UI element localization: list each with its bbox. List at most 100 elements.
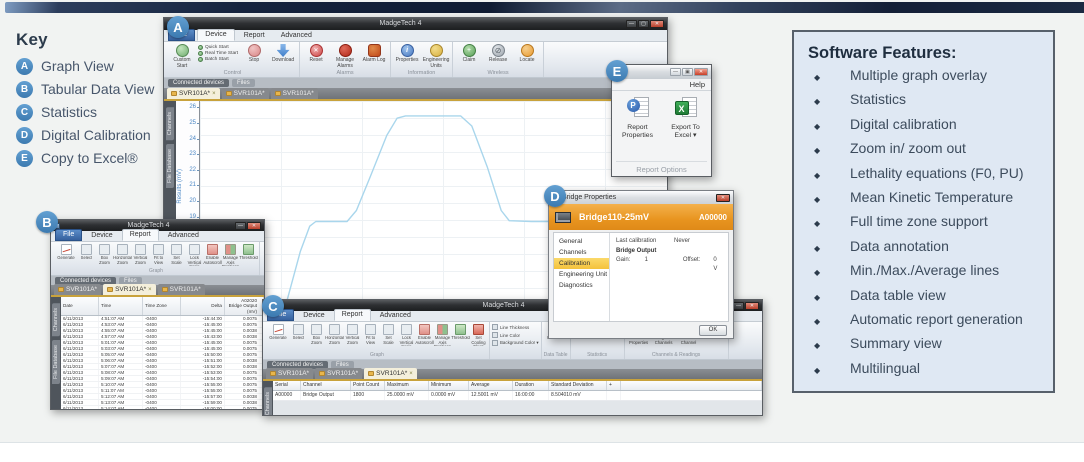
maximize-button[interactable]: ▢ <box>638 20 649 28</box>
document-tab[interactable]: SVR101A*× <box>364 368 417 379</box>
close-button[interactable]: ✕ <box>745 302 759 310</box>
ribbon-button-fit-to-view[interactable]: Fit to View <box>362 323 379 345</box>
document-tab[interactable]: SVR101A*× <box>103 284 156 295</box>
ribbon-button-box-zoom[interactable]: Box Zoom <box>96 243 113 265</box>
stats-column-header[interactable]: Serial <box>273 381 301 390</box>
ribbon-button-generate[interactable]: Generate <box>55 243 77 261</box>
ribbon-option-line-thickness[interactable]: Line Thickness <box>492 324 539 330</box>
ribbon-button-reset[interactable]: Reset <box>303 43 329 64</box>
document-tab[interactable]: SVR101A* <box>271 88 318 99</box>
stats-column-header[interactable]: Minimum <box>429 381 469 390</box>
stats-column-header[interactable]: Standard Deviation <box>549 381 607 390</box>
window-a-titlebar[interactable]: MadgeTech 4 — ▢ ✕ <box>164 18 667 30</box>
close-tab-icon[interactable]: × <box>148 285 152 295</box>
ribbon-button-generate[interactable]: Generate <box>267 323 289 341</box>
column-header[interactable]: Time Zone <box>143 297 181 315</box>
tab-file[interactable]: File <box>55 229 82 241</box>
ribbon-button-select[interactable]: Select <box>290 323 307 341</box>
side-tab-channels[interactable]: Channels <box>264 387 272 415</box>
tab-report[interactable]: Report <box>237 31 272 41</box>
ribbon-button-enable-autoscroll[interactable]: Enable Autoscroll <box>416 323 433 345</box>
close-button[interactable]: ✕ <box>247 222 261 230</box>
nav-item-channels[interactable]: Channels <box>554 247 609 258</box>
close-tab-icon[interactable]: × <box>212 89 216 99</box>
column-header[interactable]: Date <box>61 297 99 315</box>
ribbon-button-box-zoom[interactable]: Box Zoom <box>308 323 325 345</box>
stats-column-header[interactable]: Duration <box>513 381 549 390</box>
ok-button[interactable]: OK <box>699 325 727 336</box>
stats-row[interactable]: A00000Bridge Output180025.0000 mV0.0000 … <box>273 391 762 401</box>
side-tab-file-database[interactable]: File Database <box>52 340 60 384</box>
ribbon-button-manage-axis-positions[interactable]: Manage Axis Positions <box>434 323 451 346</box>
document-tab[interactable]: SVR101A*× <box>167 88 220 99</box>
ribbon-option-line-color[interactable]: Line Color <box>492 332 539 338</box>
close-button[interactable]: ✕ <box>716 194 730 202</box>
ribbon-button-locate[interactable]: Locate <box>514 43 540 64</box>
stats-column-header[interactable]: Maximum <box>385 381 429 390</box>
ribbon-button-horizontal-zoom[interactable]: Horizontal Zoom <box>114 243 131 265</box>
ribbon-button-properties[interactable]: Properties <box>394 43 420 64</box>
export-excel-button[interactable]: XExport To Excel ▾ <box>665 97 707 161</box>
document-tab[interactable]: SVR101A* <box>158 284 205 295</box>
ribbon-button-vertical-zoom[interactable]: Vertical Zoom <box>344 323 361 345</box>
stats-column-header[interactable]: Channel <box>301 381 351 390</box>
ribbon-button-fit-to-view[interactable]: Fit to View <box>150 243 167 265</box>
panel-tab-connected-devices[interactable]: Connected devices <box>168 79 229 87</box>
help-menu[interactable]: Help <box>690 80 705 89</box>
column-header[interactable]: A02020Bridge Output (mV) <box>225 297 264 315</box>
close-button[interactable]: ✕ <box>694 68 708 76</box>
close-tab-icon[interactable]: × <box>409 369 413 379</box>
nav-item-engineering-unit[interactable]: Engineering Unit <box>554 269 609 280</box>
tab-advanced[interactable]: Advanced <box>274 31 319 41</box>
gain-value[interactable]: 1 <box>645 256 683 274</box>
ribbon-button-enable-autoscroll[interactable]: Enable Autoscroll <box>204 243 221 265</box>
tab-advanced[interactable]: Advanced <box>161 231 206 241</box>
ribbon-button-manage-alarms[interactable]: Manage Alarms <box>332 43 358 69</box>
table-row[interactable]: 6/11/20135:14:07 AM-0400-16:00:000.0075 <box>61 406 264 409</box>
ribbon-button-lock-vertical-scale[interactable]: Lock Vertical Scale <box>398 323 415 346</box>
ribbon-option-background-color[interactable]: Background Color ▾ <box>492 340 539 346</box>
panel-tab-files[interactable]: Files <box>232 79 255 87</box>
document-tab[interactable]: SVR101A* <box>266 368 313 379</box>
ribbon-button-real-time-start[interactable]: Real Time Start <box>198 51 238 56</box>
document-tab[interactable]: SVR101A* <box>222 88 269 99</box>
tab-device[interactable]: Device <box>84 231 119 241</box>
side-tab-channels[interactable]: Channels <box>166 107 174 140</box>
offset-value[interactable]: 0 V <box>713 256 722 274</box>
tab-advanced[interactable]: Advanced <box>373 311 418 321</box>
ribbon-button-threshold[interactable]: Threshold <box>240 243 257 261</box>
ribbon-button-manage-axis-positions[interactable]: Manage Axis Positions <box>222 243 239 266</box>
minimize-button[interactable]: — <box>235 222 246 230</box>
ribbon-button-download[interactable]: Download <box>270 43 296 64</box>
nav-item-diagnostics[interactable]: Diagnostics <box>554 280 609 291</box>
data-table[interactable]: DateTimeTime ZoneDeltaA02020Bridge Outpu… <box>61 297 264 409</box>
document-tab[interactable]: SVR101A* <box>54 284 101 295</box>
tab-device[interactable]: Device <box>197 29 234 41</box>
ribbon-button-alarm-log[interactable]: Alarm Log <box>361 43 387 64</box>
ribbon-button-threshold[interactable]: Threshold <box>452 323 469 341</box>
stats-column-header[interactable]: Average <box>469 381 513 390</box>
ribbon-button-release[interactable]: Release <box>485 43 511 64</box>
tab-report[interactable]: Report <box>122 229 159 241</box>
ribbon-button-engineering-units[interactable]: Engineering Units <box>423 43 449 69</box>
ribbon-button-set-scale[interactable]: Set Scale <box>168 243 185 265</box>
ribbon-button-custom-start[interactable]: Custom Start <box>169 43 195 69</box>
ribbon-button-lock-vertical-scale[interactable]: Lock Vertical Scale <box>186 243 203 266</box>
column-header[interactable]: Time <box>99 297 143 315</box>
dialog-d-titlebar[interactable]: Bridge Properties ✕ <box>549 191 733 204</box>
ribbon-button-batch-start[interactable]: Batch Start <box>198 57 238 62</box>
ribbon-button-set-cooling-flags[interactable]: Set Cooling Flags <box>470 323 487 346</box>
document-tab[interactable]: SVR101A* <box>315 368 362 379</box>
stats-column-header[interactable]: Point Count <box>351 381 385 390</box>
ribbon-button-stop[interactable]: Stop <box>241 43 267 64</box>
report-properties-button[interactable]: PReport Properties <box>617 97 659 161</box>
tab-report[interactable]: Report <box>334 309 371 321</box>
minimize-button[interactable]: — <box>670 68 681 76</box>
maximize-button[interactable]: ▣ <box>682 68 693 76</box>
ribbon-button-vertical-zoom[interactable]: Vertical Zoom <box>132 243 149 265</box>
column-header[interactable]: Delta <box>181 297 225 315</box>
ribbon-button-set-scale[interactable]: Set Scale <box>380 323 397 345</box>
side-tab-file-database[interactable]: File Database <box>166 144 174 188</box>
side-tab-channels[interactable]: Channels <box>52 303 60 336</box>
ribbon-button-claim[interactable]: Claim <box>456 43 482 64</box>
